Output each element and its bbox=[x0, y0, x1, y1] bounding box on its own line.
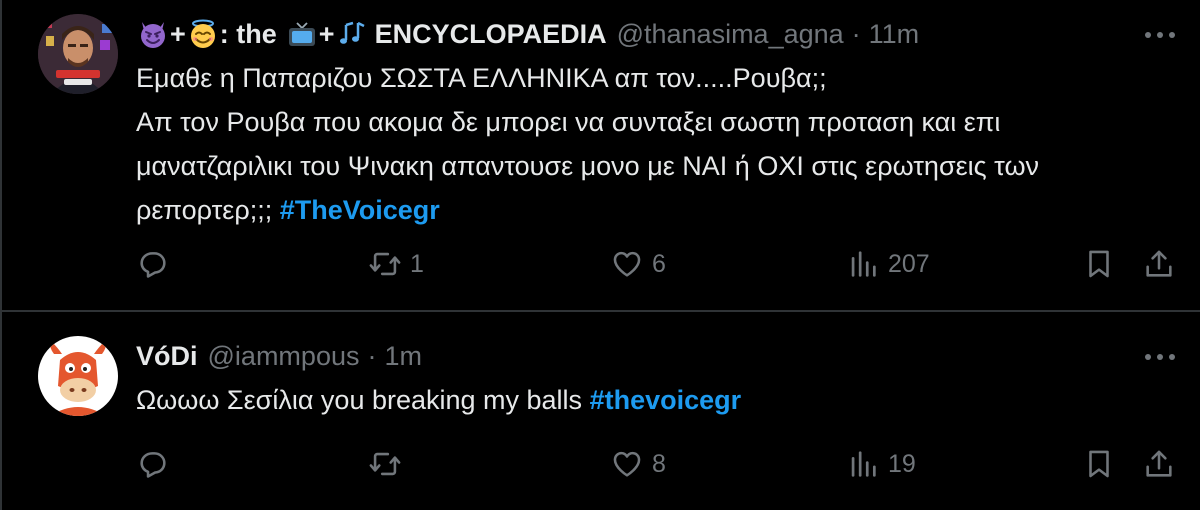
views-chart-icon bbox=[851, 251, 876, 277]
repost-count: 1 bbox=[410, 249, 424, 278]
timeline-feed: + : the + ENCYCLOPAEDIA @thanasima_agna … bbox=[0, 0, 1200, 510]
share-icon bbox=[1146, 450, 1172, 477]
name-plus: + bbox=[170, 19, 186, 49]
smiling-devil-emoji-icon bbox=[141, 22, 165, 48]
heart-icon bbox=[613, 451, 641, 477]
views-count: 19 bbox=[888, 449, 916, 478]
display-name[interactable]: + : the + ENCYCLOPAEDIA bbox=[136, 14, 607, 54]
more-dots-icon bbox=[1145, 32, 1175, 38]
separator-dot: · bbox=[851, 19, 861, 49]
views-chart-icon bbox=[851, 451, 876, 477]
like-count: 6 bbox=[652, 249, 666, 278]
repost-button[interactable] bbox=[368, 446, 410, 482]
tweet-text-segment: Ωωωω Σεσίλια you breaking my balls bbox=[136, 385, 590, 415]
bookmark-button[interactable] bbox=[1082, 246, 1116, 282]
musical-notes-emoji-icon bbox=[339, 21, 365, 44]
like-button[interactable]: 6 bbox=[610, 246, 666, 282]
display-name[interactable]: VóDi bbox=[136, 336, 198, 376]
avatar-image-icon bbox=[38, 336, 118, 416]
heart-icon bbox=[613, 251, 641, 277]
tweet-text: Εμαθε η Παπαριζου ΣΩΣΤΑ ΕΛΛΗΝΙΚΑ απ τον.… bbox=[136, 56, 1156, 232]
bookmark-button[interactable] bbox=[1082, 446, 1116, 482]
repost-button[interactable]: 1 bbox=[368, 246, 424, 282]
user-handle[interactable]: @iammpous bbox=[208, 336, 360, 376]
views-count: 207 bbox=[888, 249, 930, 278]
more-options-button[interactable] bbox=[1140, 20, 1180, 50]
more-options-button[interactable] bbox=[1140, 342, 1180, 372]
share-button[interactable] bbox=[1142, 446, 1176, 482]
television-emoji-icon bbox=[288, 22, 315, 46]
tweet-header: + : the + ENCYCLOPAEDIA @thanasima_agna … bbox=[136, 14, 919, 54]
hashtag-link[interactable]: #thevoicegr bbox=[590, 385, 742, 415]
repost-icon bbox=[369, 252, 401, 276]
views-button[interactable]: 207 bbox=[846, 246, 930, 282]
reply-button[interactable] bbox=[136, 246, 178, 282]
share-button[interactable] bbox=[1142, 246, 1176, 282]
reply-icon bbox=[140, 252, 166, 278]
timestamp[interactable]: 1m bbox=[384, 336, 422, 376]
bookmark-icon bbox=[1089, 250, 1109, 278]
share-icon bbox=[1146, 250, 1172, 277]
reply-icon bbox=[140, 452, 166, 478]
like-count: 8 bbox=[652, 449, 666, 478]
tweet-text: Ωωωω Σεσίλια you breaking my balls #thev… bbox=[136, 378, 1156, 422]
tweet[interactable]: VóDi @iammpous · 1m Ωωωω Σεσίλια you bre… bbox=[2, 312, 1200, 510]
name-text-the: : the bbox=[219, 19, 277, 49]
avatar-image-icon bbox=[38, 14, 118, 94]
tweet-text-segment: ρεπορτερ;;; bbox=[136, 195, 280, 225]
tweet-header: VóDi @iammpous · 1m bbox=[136, 336, 422, 376]
separator-dot: · bbox=[367, 341, 377, 371]
name-text-encyclopaedia: ENCYCLOPAEDIA bbox=[374, 19, 607, 49]
tweet-text-line: Εμαθε η Παπαριζου ΣΩΣΤΑ ΕΛΛΗΝΙΚΑ απ τον.… bbox=[136, 63, 827, 93]
user-handle[interactable]: @thanasima_agna bbox=[617, 14, 844, 54]
avatar[interactable] bbox=[38, 14, 118, 94]
tweet-actions: 8 19 bbox=[136, 446, 1182, 482]
smiling-face-with-halo-emoji-icon bbox=[190, 19, 215, 48]
timestamp[interactable]: 11m bbox=[869, 14, 920, 54]
reply-button[interactable] bbox=[136, 446, 178, 482]
more-dots-icon bbox=[1145, 354, 1175, 360]
tweet-actions: 1 6 207 bbox=[136, 246, 1182, 282]
name-plus: + bbox=[318, 19, 335, 49]
tweet-text-line-with-hashtag: Ωωωω Σεσίλια you breaking my balls #thev… bbox=[136, 378, 1156, 422]
repost-icon bbox=[369, 452, 401, 476]
like-button[interactable]: 8 bbox=[610, 446, 666, 482]
hashtag-link[interactable]: #TheVoicegr bbox=[280, 195, 440, 225]
tweet[interactable]: + : the + ENCYCLOPAEDIA @thanasima_agna … bbox=[2, 0, 1200, 312]
tweet-text-line: μανατζαριλικι του Ψινακη απαντουσε μονο … bbox=[136, 151, 1040, 181]
tweet-text-line: Απ τον Ρουβα που ακομα δε μπορει να συντ… bbox=[136, 107, 1001, 137]
tweet-text-line-with-hashtag: ρεπορτερ;;; #TheVoicegr bbox=[136, 188, 1156, 232]
bookmark-icon bbox=[1089, 450, 1109, 478]
avatar[interactable] bbox=[38, 336, 118, 416]
views-button[interactable]: 19 bbox=[846, 446, 916, 482]
